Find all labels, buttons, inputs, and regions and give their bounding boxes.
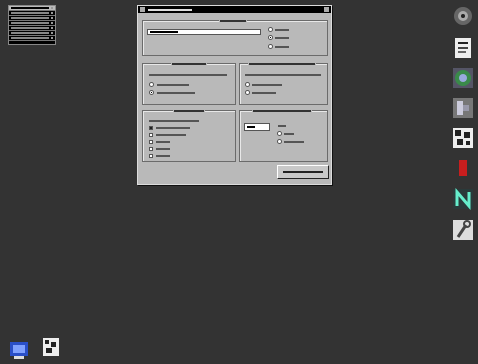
left-group-2-check-2-label bbox=[156, 134, 186, 136]
left-group-2-title bbox=[174, 109, 204, 112]
dock bbox=[452, 5, 474, 245]
left-group-2-check-4-label bbox=[156, 148, 170, 150]
left-group-2-check-5[interactable] bbox=[149, 154, 153, 158]
zoom-button[interactable] bbox=[324, 7, 329, 12]
left-group-2-check-1[interactable] bbox=[149, 126, 153, 130]
left-group-1-option-2-label bbox=[157, 92, 195, 94]
preferences-dialog bbox=[137, 5, 332, 185]
left-group-2-check-4[interactable] bbox=[149, 147, 153, 151]
main-group bbox=[142, 18, 328, 56]
right-group-2-option-2[interactable] bbox=[277, 131, 282, 136]
right-group-2 bbox=[239, 108, 328, 162]
main-option-3-label bbox=[275, 46, 289, 48]
right-group-2-option-3-label bbox=[284, 141, 304, 143]
left-group-2-check-5-label bbox=[156, 155, 170, 157]
main-group-title bbox=[220, 19, 246, 22]
wrench-icon[interactable] bbox=[452, 219, 474, 241]
main-option-1[interactable] bbox=[268, 27, 273, 32]
left-group-2-check-1-label bbox=[156, 127, 190, 129]
document-icon[interactable] bbox=[452, 37, 474, 59]
computer-icon[interactable] bbox=[8, 338, 30, 360]
left-group-1-option-1-label bbox=[157, 84, 189, 86]
left-group-2-text bbox=[149, 120, 199, 122]
menu-panel bbox=[8, 5, 56, 45]
left-group-2-check-3[interactable] bbox=[149, 140, 153, 144]
grid-icon[interactable] bbox=[452, 127, 474, 149]
right-group-1 bbox=[239, 61, 328, 105]
main-option-3[interactable] bbox=[268, 44, 273, 49]
dialog-title bbox=[148, 8, 192, 11]
right-group-2-title bbox=[253, 109, 311, 112]
left-group-2 bbox=[142, 108, 236, 162]
left-group-1-option-1[interactable] bbox=[149, 82, 154, 87]
trash-icon[interactable] bbox=[40, 335, 62, 357]
right-group-2-option-2-label bbox=[284, 133, 294, 135]
disc-icon[interactable] bbox=[452, 5, 474, 27]
right-group-1-option-1[interactable] bbox=[245, 82, 250, 87]
left-group-1-option-2[interactable] bbox=[149, 90, 154, 95]
main-option-2[interactable] bbox=[268, 35, 273, 40]
n-logo-icon[interactable] bbox=[452, 187, 474, 211]
left-group-2-check-3-label bbox=[156, 141, 170, 143]
main-option-2-label bbox=[275, 37, 289, 39]
right-group-2-option-3[interactable] bbox=[277, 139, 282, 144]
right-group-1-text bbox=[245, 74, 321, 76]
left-group-1-text bbox=[149, 74, 227, 76]
tool-icon[interactable] bbox=[452, 97, 474, 119]
left-group-1-title bbox=[172, 62, 206, 65]
menu-item-7[interactable] bbox=[9, 36, 55, 41]
left-group-1 bbox=[142, 61, 236, 105]
dialog-titlebar[interactable] bbox=[138, 6, 331, 13]
red-app-icon[interactable] bbox=[452, 157, 474, 179]
main-option-1-label bbox=[275, 29, 289, 31]
right-group-2-option-1-label bbox=[278, 125, 286, 127]
right-group-2-input[interactable] bbox=[244, 123, 270, 131]
main-input[interactable] bbox=[147, 29, 261, 35]
close-button[interactable] bbox=[140, 7, 145, 12]
right-group-1-title bbox=[249, 62, 315, 65]
right-group-1-option-2-label bbox=[252, 92, 276, 94]
globe-icon[interactable] bbox=[452, 67, 474, 89]
action-button[interactable] bbox=[277, 165, 329, 179]
right-group-1-option-1-label bbox=[252, 84, 282, 86]
right-group-1-option-2[interactable] bbox=[245, 90, 250, 95]
left-group-2-check-2[interactable] bbox=[149, 133, 153, 137]
